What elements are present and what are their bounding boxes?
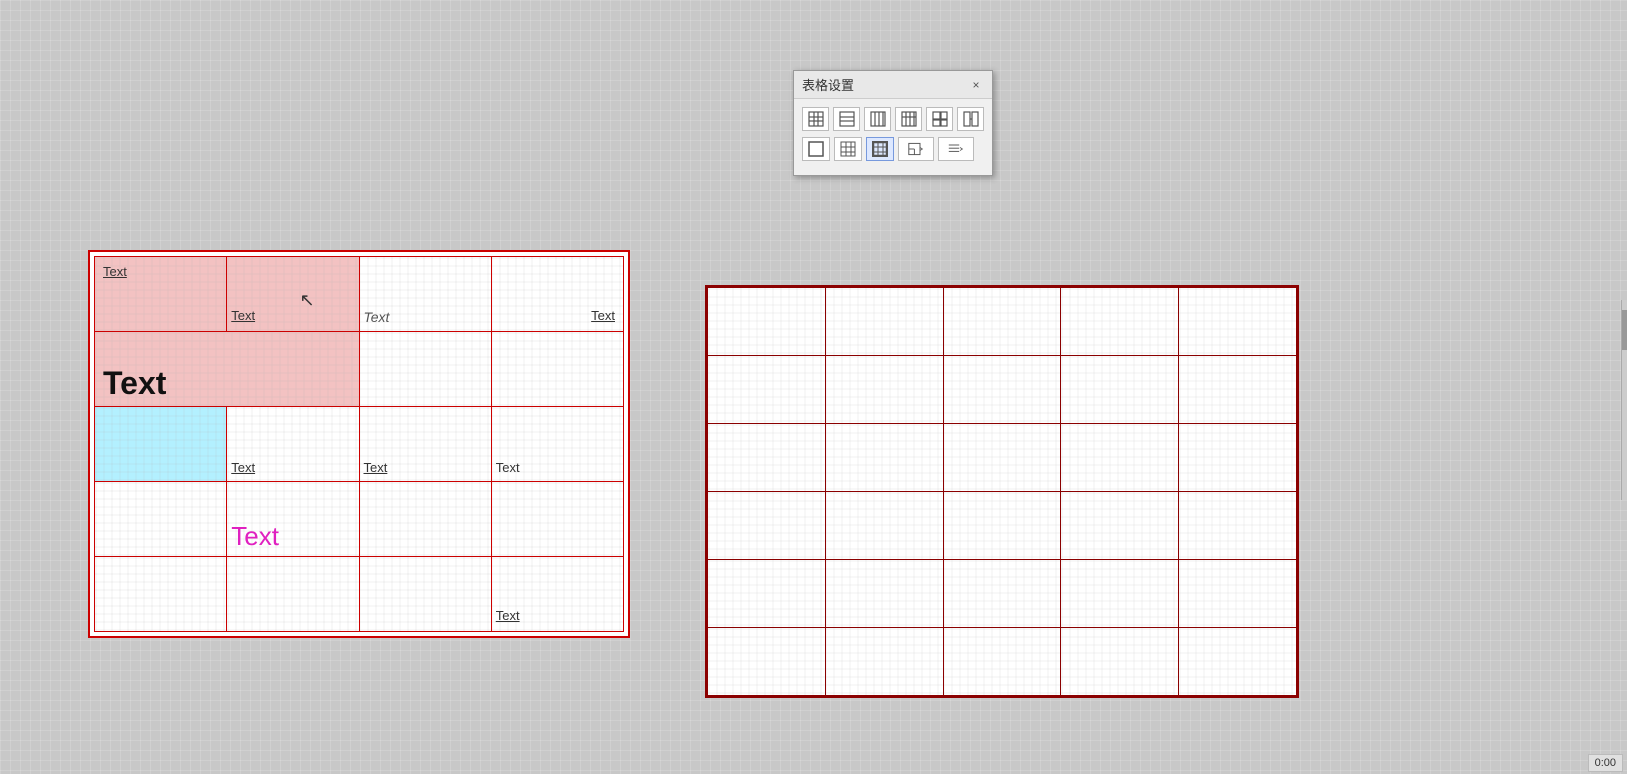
table-cell[interactable] bbox=[708, 628, 826, 696]
table-cell[interactable] bbox=[708, 288, 826, 356]
table-row: Text Text Text bbox=[95, 407, 624, 482]
dialog-row-2 bbox=[802, 137, 984, 161]
table-cell[interactable]: Text bbox=[95, 257, 227, 332]
table-cell[interactable] bbox=[1061, 424, 1179, 492]
table-cell[interactable] bbox=[227, 557, 359, 632]
table-cell[interactable] bbox=[825, 356, 943, 424]
table-row: Text ↖ Text Text Text bbox=[95, 257, 624, 332]
table-row bbox=[708, 356, 1297, 424]
right-table bbox=[707, 287, 1297, 696]
cell-text: Text bbox=[231, 460, 255, 475]
table-cell[interactable] bbox=[708, 356, 826, 424]
cell-text: Text bbox=[103, 264, 127, 279]
right-table-container bbox=[705, 285, 1299, 698]
table-settings-dialog: 表格设置 × bbox=[793, 70, 993, 176]
table-cell[interactable] bbox=[1179, 560, 1297, 628]
table-row: Text bbox=[95, 557, 624, 632]
left-table-container: Text ↖ Text Text Text Text bbox=[88, 250, 630, 638]
dialog-body bbox=[794, 99, 992, 175]
table-cell[interactable]: Text bbox=[227, 407, 359, 482]
table-row: Text bbox=[95, 332, 624, 407]
table-cell[interactable] bbox=[943, 424, 1061, 492]
grid-style-btn-5[interactable] bbox=[926, 107, 953, 131]
table-row bbox=[708, 492, 1297, 560]
table-cell[interactable] bbox=[825, 424, 943, 492]
dialog-titlebar: 表格设置 × bbox=[794, 71, 992, 99]
table-cell[interactable] bbox=[95, 482, 227, 557]
table-cell[interactable] bbox=[943, 288, 1061, 356]
table-cell-merged[interactable]: Text bbox=[95, 332, 360, 407]
table-cell[interactable] bbox=[1061, 628, 1179, 696]
table-row bbox=[708, 560, 1297, 628]
table-cell[interactable] bbox=[491, 482, 623, 557]
table-cell[interactable] bbox=[359, 482, 491, 557]
grid-style-btn-1[interactable] bbox=[802, 107, 829, 131]
table-cell[interactable] bbox=[1179, 628, 1297, 696]
table-cell[interactable] bbox=[491, 332, 623, 407]
table-cell[interactable]: Text bbox=[227, 482, 359, 557]
table-cell[interactable] bbox=[1179, 492, 1297, 560]
table-cell[interactable] bbox=[825, 628, 943, 696]
table-cell[interactable] bbox=[1061, 560, 1179, 628]
dialog-title: 表格设置 bbox=[802, 75, 854, 94]
table-row bbox=[708, 288, 1297, 356]
cell-text: Text bbox=[591, 308, 615, 323]
table-cell[interactable] bbox=[708, 424, 826, 492]
border-style-btn-2[interactable] bbox=[834, 137, 862, 161]
cell-text: Text bbox=[364, 460, 388, 475]
table-cell[interactable] bbox=[708, 492, 826, 560]
table-cell[interactable]: ↖ Text bbox=[227, 257, 359, 332]
border-style-btn-3[interactable] bbox=[866, 137, 894, 161]
clock-display: 0:00 bbox=[1588, 754, 1623, 772]
grid-style-btn-6[interactable] bbox=[957, 107, 984, 131]
table-cell[interactable] bbox=[825, 288, 943, 356]
grid-style-btn-3[interactable] bbox=[864, 107, 891, 131]
table-row bbox=[708, 628, 1297, 696]
table-cell[interactable] bbox=[1179, 424, 1297, 492]
table-cell[interactable]: Text bbox=[491, 557, 623, 632]
table-cell[interactable] bbox=[359, 332, 491, 407]
grid-style-btn-4[interactable] bbox=[895, 107, 922, 131]
table-cell[interactable] bbox=[1061, 288, 1179, 356]
table-cell[interactable] bbox=[95, 407, 227, 482]
table-cell[interactable] bbox=[1061, 356, 1179, 424]
table-row: Text bbox=[95, 482, 624, 557]
cell-text: Text bbox=[496, 460, 520, 475]
scrollbar[interactable] bbox=[1621, 300, 1627, 500]
cell-text: Text bbox=[103, 365, 166, 401]
table-cell[interactable] bbox=[1061, 492, 1179, 560]
dialog-row-1 bbox=[802, 107, 984, 131]
table-cell[interactable] bbox=[943, 560, 1061, 628]
border-style-btn-1[interactable] bbox=[802, 137, 830, 161]
grid-style-btn-2[interactable] bbox=[833, 107, 860, 131]
scrollbar-thumb[interactable] bbox=[1622, 310, 1627, 350]
table-cell[interactable] bbox=[943, 492, 1061, 560]
table-cell[interactable] bbox=[943, 628, 1061, 696]
table-cell[interactable]: Text bbox=[359, 407, 491, 482]
table-cell[interactable] bbox=[943, 356, 1061, 424]
table-cell[interactable]: Text bbox=[359, 257, 491, 332]
cell-text: Text bbox=[231, 308, 255, 323]
left-table: Text ↖ Text Text Text Text bbox=[94, 256, 624, 632]
table-cell[interactable] bbox=[708, 560, 826, 628]
dialog-close-button[interactable]: × bbox=[968, 77, 984, 93]
table-cell[interactable] bbox=[825, 560, 943, 628]
table-cell[interactable] bbox=[359, 557, 491, 632]
table-cell[interactable] bbox=[825, 492, 943, 560]
align-btn[interactable] bbox=[898, 137, 934, 161]
cell-text: Text bbox=[364, 309, 390, 325]
cell-text: Text bbox=[496, 608, 520, 623]
cell-text: Text bbox=[231, 521, 279, 551]
table-row bbox=[708, 424, 1297, 492]
table-cell[interactable] bbox=[95, 557, 227, 632]
table-cell[interactable]: Text bbox=[491, 257, 623, 332]
table-cell[interactable] bbox=[1179, 288, 1297, 356]
table-cell[interactable]: Text bbox=[491, 407, 623, 482]
lines-btn[interactable] bbox=[938, 137, 974, 161]
table-cell[interactable] bbox=[1179, 356, 1297, 424]
